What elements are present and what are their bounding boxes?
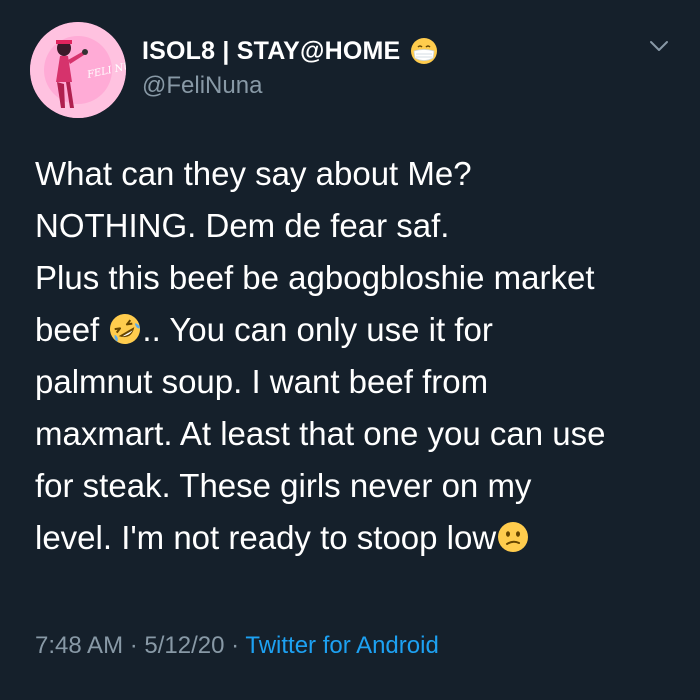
avatar[interactable]: FELI NUNA — [30, 22, 126, 118]
tweet-date[interactable]: 5/12/20 — [144, 632, 224, 659]
tweet-text: What can they say about Me? NOTHING. Dem… — [35, 148, 685, 564]
tweet-text-segment: .. You can only use it for — [142, 311, 493, 348]
tweet-text-line: What can they say about Me? — [35, 155, 472, 192]
tweet-text-segment: beef — [35, 311, 100, 348]
tweet-source-link[interactable]: Twitter for Android — [245, 632, 438, 659]
tweet-text-line: palmnut soup. I want beef from — [35, 363, 489, 400]
tweet-text-line: Plus this beef be agbogbloshie market — [35, 259, 595, 296]
display-name-row[interactable]: ISOL8 | STAY@HOME — [142, 34, 438, 68]
meta-separator: · — [123, 632, 145, 659]
face-with-medical-mask-emoji — [411, 38, 438, 64]
avatar-illustration: FELI NUNA — [30, 22, 126, 118]
chevron-down-icon[interactable] — [648, 38, 670, 54]
tweet-text-line-with-emoji: level. I'm not ready to stoop low — [35, 512, 685, 564]
tweet-time[interactable]: 7:48 AM — [35, 632, 123, 659]
user-handle[interactable]: @FeliNuna — [142, 72, 262, 100]
display-name[interactable]: ISOL8 | STAY@HOME — [142, 37, 400, 66]
meta-separator: · — [224, 632, 246, 659]
tweet-meta: 7:48 AM · 5/12/20 · Twitter for Android — [35, 632, 439, 660]
confused-face-emoji — [498, 522, 529, 552]
tweet-text-line: for steak. These girls never on my — [35, 467, 532, 504]
rolling-on-floor-laughing-emoji — [110, 314, 141, 344]
tweet-text-line: maxmart. At least that one you can use — [35, 415, 606, 452]
tweet-text-line: NOTHING. Dem de fear saf. — [35, 207, 450, 244]
tweet-card: FELI NUNA ISOL8 | STAY@HOME @FeliNuna Wh… — [0, 0, 700, 700]
tweet-text-line-with-emoji: beef .. You can only use it for — [35, 304, 685, 356]
tweet-text-segment: level. I'm not ready to stoop low — [35, 519, 497, 556]
